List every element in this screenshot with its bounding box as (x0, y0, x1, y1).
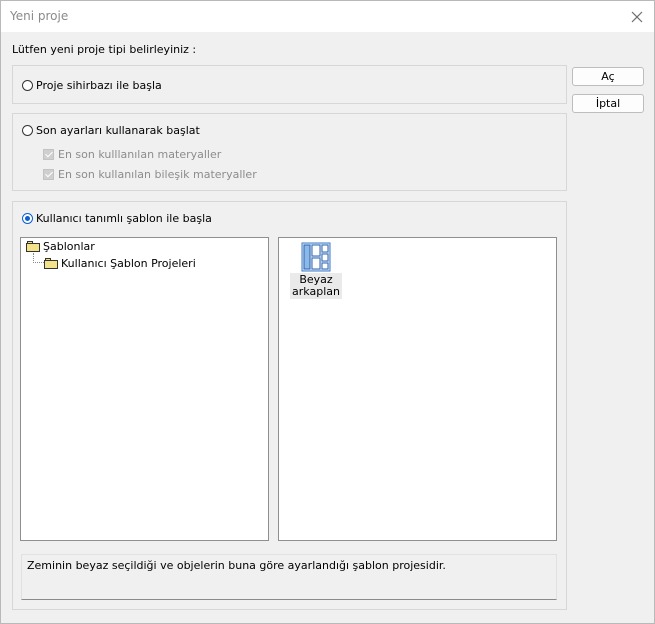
template-description: Zeminin beyaz seçildiği ve objelerin bun… (21, 554, 557, 600)
template-group: Kullanıcı tanımlı şablon ile başla Şablo… (12, 201, 567, 610)
folder-icon (44, 258, 58, 269)
recent-radio[interactable] (22, 125, 33, 136)
prompt-text: Lütfen yeni proje tipi belirleyiniz : (12, 43, 197, 56)
recent-materials-checkbox (43, 149, 54, 160)
recent-label: Son ayarları kullanarak başlat (36, 124, 200, 137)
new-project-dialog: Yeni proje Lütfen yeni proje tipi belirl… (0, 0, 655, 624)
cancel-button[interactable]: İptal (572, 94, 644, 113)
wizard-label: Proje sihirbazı ile başla (36, 79, 162, 92)
recent-materials-option: En son kulllanılan materyaller (43, 148, 221, 161)
tree-item-templates-label: Şablonlar (43, 240, 95, 253)
window-title: Yeni proje (10, 9, 69, 23)
template-tree-panel[interactable]: Şablonlar Kullanıcı Şablon Projeleri (20, 237, 269, 541)
wizard-radio[interactable] (22, 80, 33, 91)
template-item-label: Beyaz arkaplan (290, 273, 342, 299)
tree-item-user-template-projects[interactable]: Kullanıcı Şablon Projeleri (44, 257, 196, 270)
tree-item-user-template-projects-label: Kullanıcı Şablon Projeleri (61, 257, 196, 270)
recent-group: Son ayarları kullanarak başlat En son ku… (12, 113, 567, 191)
recent-materials-label: En son kulllanılan materyaller (58, 148, 222, 161)
template-item-white-background[interactable]: Beyaz arkaplan (290, 241, 342, 299)
layout-template-icon (301, 242, 331, 272)
template-radio-option[interactable]: Kullanıcı tanımlı şablon ile başla (22, 212, 212, 225)
recent-composite-label: En son kullanılan bileşik materyaller (58, 168, 257, 181)
wizard-group: Proje sihirbazı ile başla (12, 65, 567, 104)
template-label: Kullanıcı tanımlı şablon ile başla (36, 212, 212, 225)
title-bar: Yeni proje (1, 1, 654, 32)
open-button[interactable]: Aç (572, 67, 644, 86)
template-list-panel[interactable]: Beyaz arkaplan (278, 237, 557, 541)
recent-radio-option[interactable]: Son ayarları kullanarak başlat (22, 124, 200, 137)
tree-item-templates[interactable]: Şablonlar (26, 240, 95, 253)
template-radio[interactable] (22, 213, 33, 224)
close-icon (631, 11, 643, 22)
tree-connector (33, 253, 44, 263)
template-item-label-line2: arkaplan (292, 285, 340, 298)
wizard-radio-option[interactable]: Proje sihirbazı ile başla (22, 79, 162, 92)
close-button[interactable] (620, 1, 654, 32)
folder-icon (26, 241, 40, 252)
recent-composite-checkbox (43, 169, 54, 180)
recent-composite-option: En son kullanılan bileşik materyaller (43, 168, 257, 181)
